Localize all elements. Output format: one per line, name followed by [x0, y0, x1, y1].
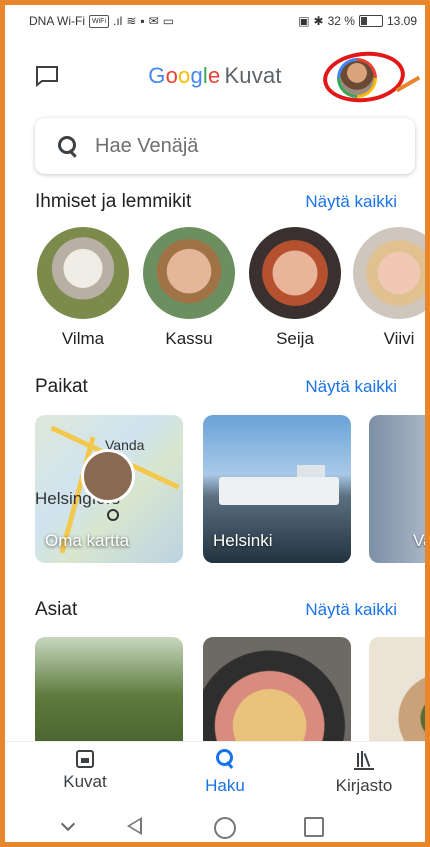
place-label: Va — [413, 531, 425, 550]
section-title: Asiat — [35, 599, 78, 620]
section-title: Paikat — [35, 376, 88, 397]
search-input[interactable] — [93, 133, 387, 159]
show-all-places-link[interactable]: Näytä kaikki — [305, 377, 397, 397]
person-name: Viivi — [383, 329, 415, 348]
ship-image — [219, 465, 339, 505]
annotation-circle — [320, 47, 408, 107]
place-card-my-map[interactable]: Vanda Helsingfors Oma kartta — [35, 415, 183, 563]
nav-search[interactable]: Haku — [170, 748, 280, 796]
notification-icon: ▪ — [140, 14, 145, 28]
bluetooth-icon: ✱ — [313, 14, 324, 28]
place-label: Oma kartta — [45, 531, 130, 550]
clock: 13.09 — [386, 14, 417, 28]
nav-label: Haku — [205, 776, 245, 795]
section-title: Ihmiset ja lemmikit — [35, 191, 192, 212]
battery-percent: 32 % — [327, 14, 355, 28]
recent-apps-icon[interactable] — [304, 817, 324, 837]
person-item[interactable]: Kassu — [141, 227, 237, 349]
back-icon[interactable] — [127, 817, 142, 835]
status-bar: DNA Wi-Fi WiFi .ıl ≋ ▪ ✉ ▭ ▣ ✱ 32 % 13.0… — [5, 5, 425, 37]
person-name: Vilma — [61, 329, 105, 348]
home-icon[interactable] — [214, 817, 236, 839]
search-icon — [57, 135, 79, 157]
map-photo-pin — [81, 449, 135, 503]
person-photo — [143, 227, 235, 319]
account-area — [320, 47, 421, 107]
place-card-partial[interactable]: Va — [369, 415, 425, 563]
library-icon — [353, 748, 375, 770]
show-all-things-link[interactable]: Näytä kaikki — [305, 600, 397, 620]
person-item[interactable]: Viivi — [351, 227, 425, 349]
signal-icon: .ıl — [113, 14, 123, 28]
system-navigation-bar — [5, 805, 425, 842]
place-label: Helsinki — [213, 531, 273, 550]
nav-library[interactable]: Kirjasto — [309, 748, 419, 796]
people-section-header: Ihmiset ja lemmikit Näytä kaikki — [35, 187, 397, 217]
show-all-people-link[interactable]: Näytä kaikki — [305, 192, 397, 212]
nfc-icon: ▣ — [298, 14, 310, 28]
carrier-label: DNA Wi-Fi — [29, 14, 85, 28]
search-icon — [214, 748, 236, 770]
app-bar: Google Kuvat — [5, 47, 425, 107]
mail-icon: ✉ — [148, 14, 159, 28]
person-photo — [249, 227, 341, 319]
person-name: Kassu — [165, 329, 213, 348]
battery-icon — [358, 15, 383, 27]
person-item[interactable]: Vilma — [35, 227, 131, 349]
bottom-navigation: Kuvat Haku Kirjasto — [5, 741, 425, 804]
places-carousel: Vanda Helsingfors Oma kartta Helsinki Va — [35, 415, 425, 565]
places-section-header: Paikat Näytä kaikki — [35, 372, 397, 402]
product-name: Kuvat — [224, 63, 282, 88]
nav-label: Kirjasto — [335, 776, 393, 795]
photo-icon — [76, 750, 94, 768]
people-carousel: Vilma Kassu Seija Viivi — [35, 227, 425, 357]
map-location-dot — [107, 509, 119, 521]
wifi-badge-icon: WiFi — [89, 14, 109, 28]
screenshot-frame: DNA Wi-Fi WiFi .ıl ≋ ▪ ✉ ▭ ▣ ✱ 32 % 13.0… — [0, 0, 430, 847]
wifi-icon: ≋ — [126, 14, 137, 28]
person-photo — [37, 227, 129, 319]
screen-icon: ▭ — [162, 14, 175, 28]
things-section-header: Asiat Näytä kaikki — [35, 595, 397, 625]
chevron-down-icon[interactable] — [58, 817, 78, 837]
nav-photos[interactable]: Kuvat — [30, 748, 140, 792]
nav-label: Kuvat — [63, 772, 107, 791]
person-item[interactable]: Seija — [247, 227, 343, 349]
person-photo — [353, 227, 425, 319]
place-card-helsinki[interactable]: Helsinki — [203, 415, 351, 563]
search-bar[interactable] — [35, 118, 415, 174]
person-name: Seija — [276, 329, 314, 348]
